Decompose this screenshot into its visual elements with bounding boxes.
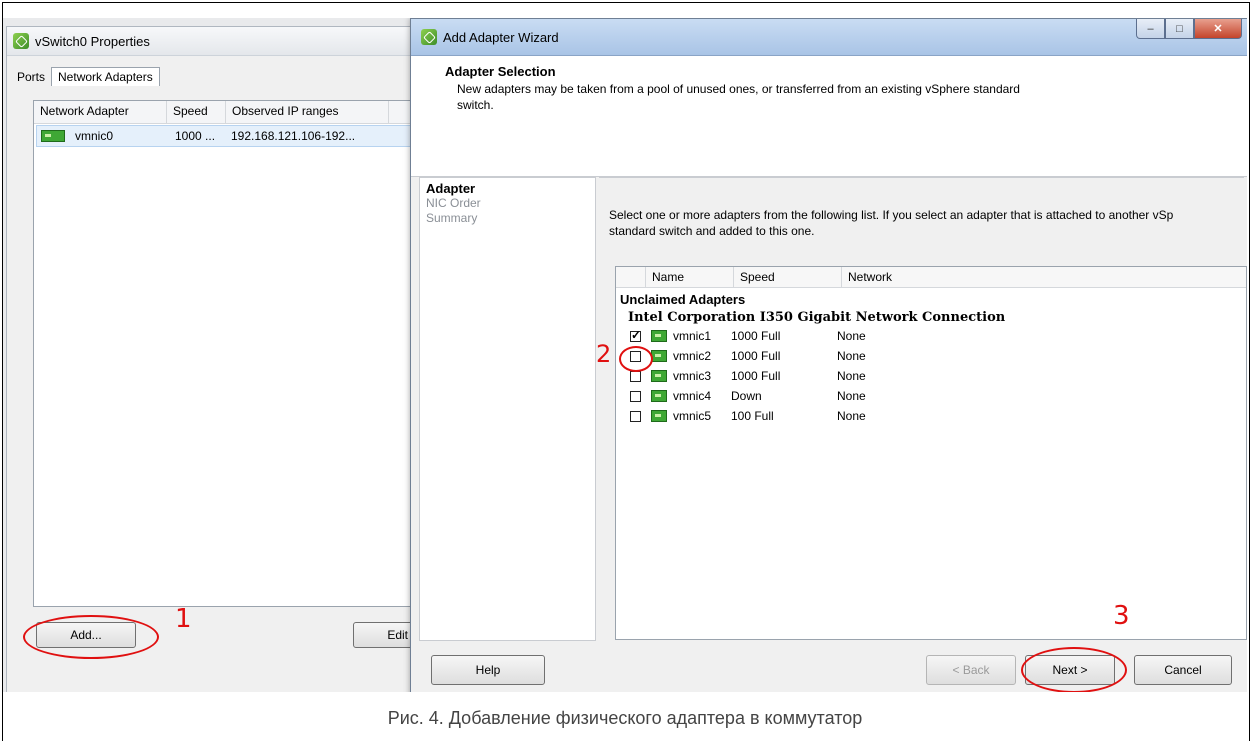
window-controls: ‒ □ ✕ [1136,19,1242,39]
adapter-network: None [837,369,866,383]
adapter-network: None [837,349,866,363]
col-network[interactable]: Network [842,267,1242,287]
col-network-adapter[interactable]: Network Adapter [34,101,167,123]
adapter-checkbox[interactable] [630,370,641,382]
col-speed[interactable]: Speed [734,267,842,287]
wizard-titlebar: Add Adapter Wizard ‒ □ ✕ [411,19,1247,56]
col-speed[interactable]: Speed [167,101,226,123]
screenshot: vSwitch0 Properties Ports Network Adapte… [3,18,1247,692]
list-header: Network Adapter Speed Observed IP ranges [34,101,414,124]
adapter-name: vmnic0 [75,129,114,143]
maximize-icon[interactable]: □ [1165,19,1194,39]
window-titlebar: vSwitch0 Properties [7,27,412,56]
col-checkbox [616,267,646,287]
adapter-speed: 1000 ... [175,129,216,143]
table-row[interactable]: vmnic5 100 Full None [616,406,1246,426]
nic-icon [651,330,667,342]
annotation-ellipse-1 [23,615,159,659]
adapter-ip: 192.168.121.106-192... [231,129,356,143]
table-row[interactable]: vmnic3 1000 Full None [616,366,1246,386]
content-panel: Select one or more adapters from the fol… [599,177,1247,640]
help-button[interactable]: Help [431,655,545,685]
adapter-network: None [837,389,866,403]
wizard-title: Add Adapter Wizard [443,29,559,45]
table-row[interactable]: vmnic4 Down None [616,386,1246,406]
table-row[interactable]: vmnic1 1000 Full None [616,326,1246,346]
header-title: Adapter Selection [445,64,556,79]
minimize-icon[interactable]: ‒ [1136,19,1165,39]
annotation-1: 1 [175,604,192,634]
vsphere-icon [13,33,29,49]
adapter-rows: vmnic11000 FullNonevmnic21000 FullNonevm… [616,326,1246,426]
adapter-name: vmnic5 [673,409,712,423]
step-adapter[interactable]: Adapter [426,181,589,196]
step-nic-order[interactable]: NIC Order [426,196,589,211]
nic-icon [651,410,667,422]
annotation-2: 2 [596,340,612,368]
adapter-speed: Down [731,389,762,403]
adapter-network: None [837,409,866,423]
close-icon[interactable]: ✕ [1194,19,1242,39]
adapter-speed: 100 Full [731,409,774,423]
adapter-name: vmnic2 [673,349,712,363]
adapter-checkbox[interactable] [630,328,641,342]
steps-panel: Adapter NIC Order Summary [419,177,596,641]
step-summary[interactable]: Summary [426,211,589,226]
edit-button[interactable]: Edit [353,622,413,648]
adapter-selection-table[interactable]: Name Speed Network Unclaimed Adapters In… [615,266,1247,640]
adapter-name: vmnic1 [673,329,712,343]
tab-ports[interactable]: Ports [11,68,51,86]
adapter-network: None [837,329,866,343]
adapter-checkbox[interactable] [630,390,641,402]
annotation-ellipse-3 [1021,647,1127,692]
instruction-2: standard switch and added to this one. [609,224,815,238]
instruction-1: Select one or more adapters from the fol… [609,208,1174,222]
adapter-speed: 1000 Full [731,369,781,383]
group-label: Unclaimed Adapters [620,292,746,307]
header-desc-2: switch. [457,98,494,112]
header-desc-1: New adapters may be taken from a pool of… [457,82,1020,96]
tab-network-adapters[interactable]: Network Adapters [51,67,160,86]
window-title: vSwitch0 Properties [35,33,150,49]
nic-icon [651,390,667,402]
figure-caption: Рис. 4. Добавление физического адаптера … [387,708,863,728]
vsphere-icon [421,29,437,45]
adapter-speed: 1000 Full [731,329,781,343]
add-adapter-wizard: Add Adapter Wizard ‒ □ ✕ Adapter Selecti… [410,18,1247,692]
col-observed-ip[interactable]: Observed IP ranges [226,101,389,123]
adapter-list[interactable]: Network Adapter Speed Observed IP ranges… [33,100,415,607]
annotation-3: 3 [1113,601,1130,631]
adapter-name: vmnic4 [673,389,712,403]
col-name[interactable]: Name [646,267,734,287]
adapter-name: vmnic3 [673,369,712,383]
nic-icon [651,350,667,362]
cancel-button[interactable]: Cancel [1134,655,1232,685]
back-button: < Back [926,655,1016,685]
table-row[interactable]: vmnic2 1000 Full None [616,346,1246,366]
vendor-label: Intel Corporation I350 Gigabit Network C… [628,310,1006,325]
nic-icon [41,130,65,142]
adapter-speed: 1000 Full [731,349,781,363]
wizard-header: Adapter Selection New adapters may be ta… [411,56,1247,177]
nic-icon [651,370,667,382]
tab-strip: Ports Network Adapters [7,62,412,86]
annotation-ellipse-2 [619,346,653,372]
table-header: Name Speed Network [616,267,1246,288]
adapter-checkbox[interactable] [630,410,641,422]
list-item[interactable]: vmnic0 1000 ... 192.168.121.106-192... [36,125,412,147]
